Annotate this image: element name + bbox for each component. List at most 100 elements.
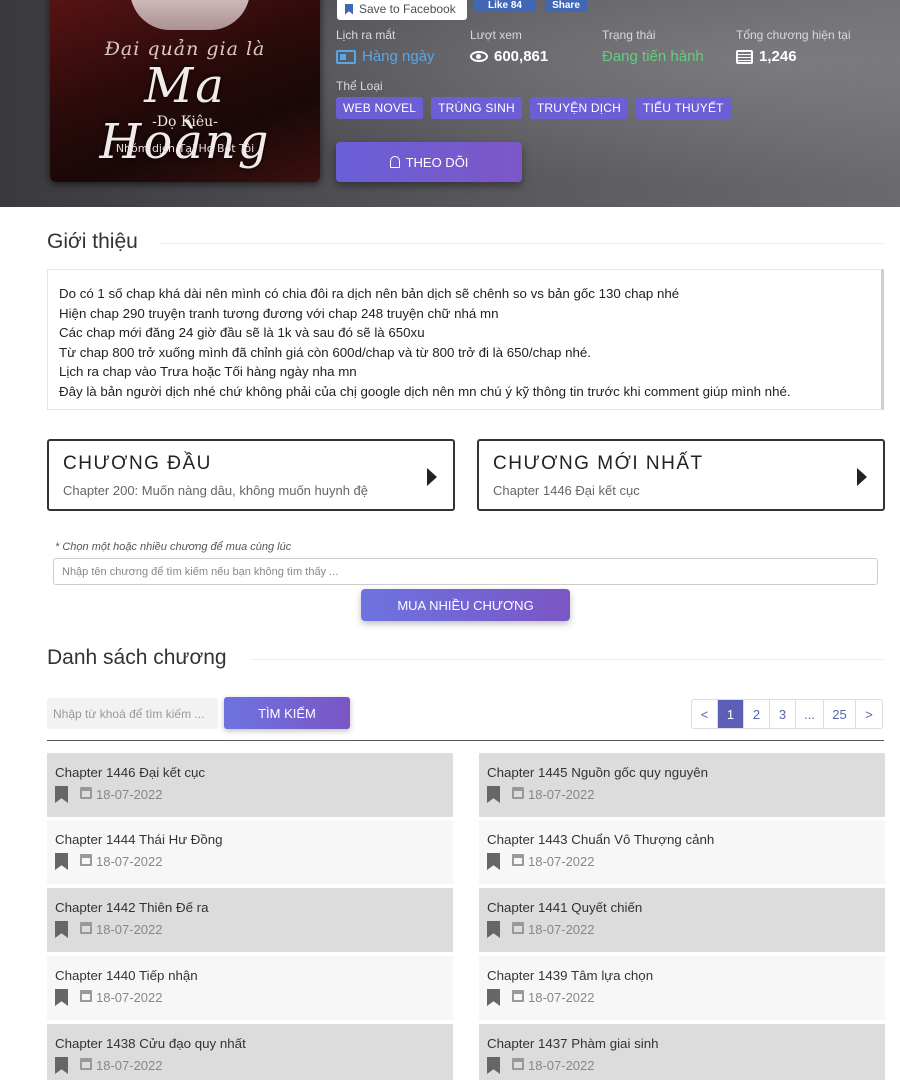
chapter-search-input[interactable]: Nhập từ khoá để tìm kiếm ...	[47, 698, 218, 729]
chapter-title: Chapter 1445 Nguồn gốc quy nguyên	[487, 765, 709, 780]
cover-group: Nhóm dịch Tại Họ Bốt Tôi	[115, 142, 255, 155]
bookmark-icon[interactable]	[487, 1057, 500, 1074]
play-arrow-icon	[427, 468, 437, 486]
buy-chapter-search-input[interactable]: Nhập tên chương để tìm kiếm nếu bạn khôn…	[53, 558, 878, 585]
chapter-date: 18-07-2022	[96, 922, 163, 937]
intro-line: Do có 1 số chap khá dài nên mình có chia…	[59, 286, 680, 301]
bookmark-icon[interactable]	[55, 1057, 68, 1074]
chapter-row[interactable]: Chapter 1445 Nguồn gốc quy nguyên 18-07-…	[479, 753, 885, 817]
play-arrow-icon	[857, 468, 867, 486]
chapter-row[interactable]: Chapter 1444 Thái Hư Đồng 18-07-2022	[47, 820, 453, 884]
chapter-title: Chapter 1443 Chuẩn Vô Thượng cảnh	[487, 832, 715, 847]
calendar-icon	[512, 990, 524, 1002]
bookmark-icon[interactable]	[55, 921, 68, 938]
calendar-icon	[80, 990, 92, 1002]
chapter-title: Chapter 1437 Phàm giai sinh	[487, 1036, 659, 1051]
chapter-date: 18-07-2022	[528, 922, 595, 937]
chapter-title: Chapter 1441 Quyết chiến	[487, 900, 643, 915]
stat-views: Lượt xem 600,861	[470, 28, 548, 65]
genre-tag[interactable]: WEB NOVEL	[336, 97, 424, 119]
genre-tag[interactable]: TRÙNG SINH	[431, 97, 522, 119]
chapter-date: 18-07-2022	[96, 990, 163, 1005]
calendar-icon	[512, 854, 524, 866]
chapter-date: 18-07-2022	[528, 990, 595, 1005]
eye-icon	[470, 51, 488, 62]
calendar-icon	[80, 922, 92, 934]
chapter-row[interactable]: Chapter 1440 Tiếp nhận 18-07-2022	[47, 956, 453, 1020]
chapter-date: 18-07-2022	[528, 1058, 595, 1073]
stat-status-value: Đang tiến hành	[602, 48, 704, 65]
chapter-row[interactable]: Chapter 1437 Phàm giai sinh 18-07-2022	[479, 1024, 885, 1080]
calendar-icon	[80, 854, 92, 866]
genre-tags: WEB NOVEL TRÙNG SINH TRUYỆN DỊCH TIỂU TH…	[336, 97, 731, 119]
first-chapter-button[interactable]: CHƯƠNG ĐẦU Chapter 200: Muốn nàng dâu, k…	[47, 439, 455, 511]
chapter-row[interactable]: Chapter 1438 Cửu đạo quy nhất 18-07-2022	[47, 1024, 453, 1080]
cover-character	[130, 0, 250, 30]
genre-tag[interactable]: TIỂU THUYẾT	[636, 97, 731, 119]
bookmark-icon[interactable]	[487, 786, 500, 803]
intro-line: Hiện chap 290 truyện tranh tương đương v…	[59, 305, 499, 321]
list-icon	[736, 49, 753, 64]
bookmark-icon[interactable]	[487, 921, 500, 938]
chapter-title: Chapter 1440 Tiếp nhận	[55, 968, 198, 983]
intro-line: Đây là bản người dịch nhé chứ không phải…	[59, 383, 791, 399]
genre-tag[interactable]: TRUYỆN DỊCH	[529, 97, 629, 119]
stat-total-chapters: Tổng chương hiện tại 1,246	[736, 28, 851, 65]
bookmark-icon[interactable]	[487, 989, 500, 1006]
pagination-prev[interactable]: <	[692, 700, 718, 728]
calendar-icon	[512, 922, 524, 934]
calendar-icon	[512, 1058, 524, 1070]
stat-status-label: Trạng thái	[602, 28, 656, 42]
chapter-title: Chapter 1442 Thiên Đế ra	[55, 900, 209, 915]
cover-image: Đại quản gia là Ma Hoàng -Dọ Kiêu- Nhóm …	[50, 0, 320, 182]
stat-schedule-label: Lịch ra mắt	[336, 28, 396, 42]
bookmark-icon[interactable]	[55, 786, 68, 803]
pagination-page[interactable]: 25	[824, 700, 856, 728]
chapter-date: 18-07-2022	[528, 787, 595, 802]
intro-line: Lịch ra chap vào Trưa hoặc Tối hàng ngày…	[59, 364, 357, 379]
chapter-row[interactable]: Chapter 1442 Thiên Đế ra 18-07-2022	[47, 888, 453, 952]
intro-line: Từ chap 800 trở xuống mình đã chỉnh giá …	[59, 344, 591, 360]
buy-note: * Chọn một hoặc nhiều chương để mua cùng…	[55, 541, 292, 553]
pagination-page[interactable]: 3	[770, 700, 796, 728]
chapter-date: 18-07-2022	[96, 854, 163, 869]
first-chapter-name: Chapter 200: Muốn nàng dâu, không muốn h…	[63, 483, 369, 498]
cover-author: -Dọ Kiêu-	[152, 114, 218, 130]
facebook-like-button[interactable]: Like 84	[474, 0, 536, 12]
divider	[250, 659, 884, 660]
chapter-list-heading: Danh sách chương	[47, 646, 227, 669]
search-button[interactable]: TÌM KIẾM	[224, 697, 350, 729]
chapter-row[interactable]: Chapter 1443 Chuẩn Vô Thượng cảnh 18-07-…	[479, 820, 885, 884]
chapter-date: 18-07-2022	[96, 1058, 163, 1073]
follow-button[interactable]: THEO DÕI	[336, 142, 522, 182]
stat-schedule-value: Hàng ngày	[362, 48, 435, 65]
stat-total-chapters-label: Tổng chương hiện tại	[736, 28, 851, 42]
bookmark-icon[interactable]	[55, 853, 68, 870]
save-to-facebook-button[interactable]: Save to Facebook	[337, 0, 467, 20]
stat-total-chapters-value: 1,246	[759, 48, 797, 65]
chapter-title: Chapter 1444 Thái Hư Đồng	[55, 832, 223, 847]
calendar-icon	[512, 787, 524, 799]
chapter-date: 18-07-2022	[96, 787, 163, 802]
chapter-row[interactable]: Chapter 1439 Tâm lựa chọn 18-07-2022	[479, 956, 885, 1020]
bookmark-icon[interactable]	[55, 989, 68, 1006]
pagination-ellipsis: ...	[796, 700, 824, 728]
bell-icon	[389, 156, 400, 168]
buy-multiple-button[interactable]: MUA NHIỀU CHƯƠNG	[361, 589, 570, 621]
pagination-page[interactable]: 2	[744, 700, 770, 728]
latest-chapter-button[interactable]: CHƯƠNG MỚI NHẤT Chapter 1446 Đại kết cục	[477, 439, 885, 511]
chapter-row[interactable]: Chapter 1441 Quyết chiến 18-07-2022	[479, 888, 885, 952]
chapter-row[interactable]: Chapter 1446 Đại kết cục 18-07-2022	[47, 753, 453, 817]
chapter-date: 18-07-2022	[528, 854, 595, 869]
stat-status: Trạng thái Đang tiến hành	[602, 28, 704, 65]
chapter-title: Chapter 1438 Cửu đạo quy nhất	[55, 1036, 246, 1051]
pagination: < 1 2 3 ... 25 >	[691, 699, 883, 729]
pagination-page[interactable]: 1	[718, 700, 744, 728]
bookmark-icon[interactable]	[487, 853, 500, 870]
calendar-icon	[336, 49, 356, 64]
intro-text: Do có 1 số chap khá dài nên mình có chia…	[47, 269, 884, 410]
chapter-title: Chapter 1446 Đại kết cục	[55, 765, 206, 780]
facebook-share-button[interactable]: Share	[545, 0, 587, 12]
pagination-next[interactable]: >	[856, 700, 882, 728]
stat-views-label: Lượt xem	[470, 28, 522, 42]
